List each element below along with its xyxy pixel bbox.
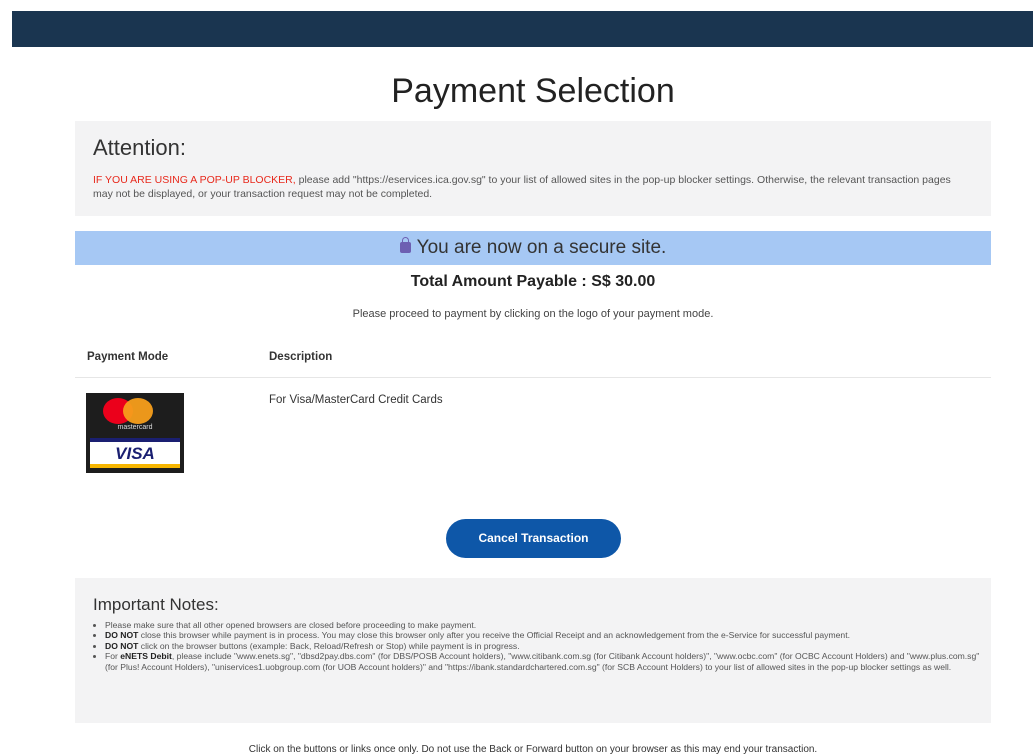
card-description: For Visa/MasterCard Credit Cards	[269, 394, 443, 406]
mastercard-orange-circle	[123, 398, 153, 424]
note-item: DO NOT close this browser while payment …	[105, 630, 991, 640]
notes-list: Please make sure that all other opened b…	[93, 620, 991, 672]
important-notes-panel: Important Notes: Please make sure that a…	[75, 578, 991, 723]
attention-title: Attention:	[93, 135, 186, 160]
total-amount: Total Amount Payable : S$ 30.00	[410, 273, 656, 290]
attention-panel: Attention: IF YOU ARE USING A POP-UP BLO…	[75, 121, 991, 216]
note-text: , please include "www.enets.sg", "dbsd2p…	[105, 651, 980, 672]
cancel-transaction-button[interactable]: Cancel Transaction	[446, 519, 621, 558]
secure-site-banner: You are now on a secure site.	[75, 231, 991, 265]
note-prefix: For	[105, 651, 121, 662]
payment-instruction: Please proceed to payment by clicking on…	[352, 308, 714, 320]
note-text: close this browser while payment is in p…	[138, 630, 850, 641]
page-title: Payment Selection	[391, 72, 675, 110]
footer-note: Click on the buttons or links once only.…	[248, 744, 818, 755]
note-emphasis: DO NOT	[105, 640, 139, 651]
column-header-description: Description	[269, 351, 333, 363]
mastercard-wordmark: mastercard	[117, 424, 153, 431]
note-item: For eNETS Debit, please include "www.ene…	[105, 651, 991, 672]
notes-title: Important Notes:	[93, 595, 219, 614]
note-emphasis: eNETS Debit	[120, 651, 172, 662]
note-text: click on the browser buttons (example: B…	[138, 640, 520, 651]
visa-logo: VISA	[90, 438, 180, 468]
visa-wordmark: VISA	[115, 444, 155, 463]
table-divider	[75, 377, 991, 378]
popup-warning: IF YOU ARE USING A POP-UP BLOCKER,	[93, 174, 296, 186]
visa-mastercard-logo-button[interactable]: mastercard VISA	[86, 393, 184, 473]
note-text: Please make sure that all other opened b…	[105, 620, 477, 630]
note-item: DO NOT click on the browser buttons (exa…	[105, 641, 991, 651]
lock-icon	[399, 237, 411, 253]
secure-text: You are now on a secure site.	[416, 237, 667, 258]
attention-message: IF YOU ARE USING A POP-UP BLOCKER, pleas…	[93, 173, 973, 201]
header-bar	[12, 11, 1033, 47]
note-item: Please make sure that all other opened b…	[105, 620, 991, 630]
column-header-payment-mode: Payment Mode	[87, 351, 169, 363]
note-emphasis: DO NOT	[105, 630, 139, 641]
